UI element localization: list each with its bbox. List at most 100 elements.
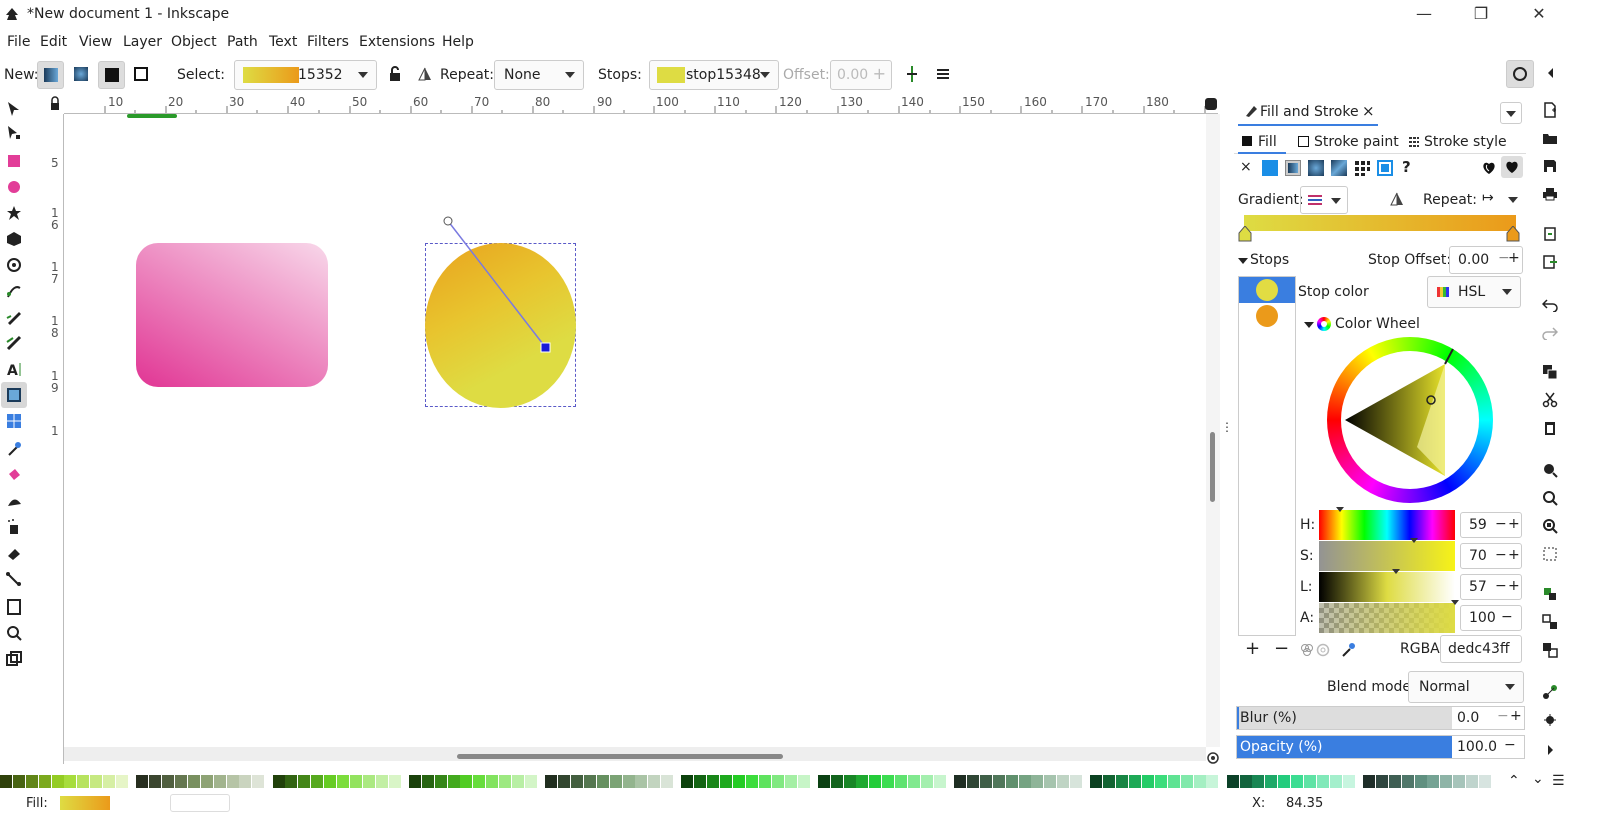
gradient-library-dropdown[interactable] bbox=[1300, 186, 1348, 214]
menu-file[interactable]: File bbox=[7, 34, 30, 50]
palette-swatch[interactable] bbox=[1005, 775, 1018, 788]
color-triangle[interactable] bbox=[1327, 337, 1493, 503]
palette-swatch[interactable] bbox=[661, 775, 674, 788]
restore-button[interactable]: ❐ bbox=[1452, 0, 1510, 30]
palette-menu-icon[interactable]: ☰ bbox=[1552, 773, 1565, 789]
palette-swatch[interactable] bbox=[226, 775, 239, 788]
palette-swatch[interactable] bbox=[38, 775, 51, 788]
mesh-gradient-button[interactable] bbox=[1331, 160, 1347, 176]
palette-swatch[interactable] bbox=[1103, 775, 1116, 788]
palette-swatch[interactable] bbox=[1252, 775, 1265, 788]
palette-swatch[interactable] bbox=[869, 775, 882, 788]
swatch-button[interactable] bbox=[1377, 160, 1393, 176]
minus-icon[interactable]: − bbox=[1495, 578, 1507, 594]
plus-icon[interactable]: + bbox=[1510, 708, 1522, 724]
palette-swatch[interactable] bbox=[239, 775, 252, 788]
spiral-tool-icon[interactable] bbox=[5, 256, 23, 274]
palette-swatch[interactable] bbox=[1239, 775, 1252, 788]
pink-rounded-rectangle[interactable] bbox=[136, 243, 328, 387]
palette-swatch[interactable] bbox=[1193, 775, 1206, 788]
gradient-preview-bar[interactable] bbox=[1244, 215, 1516, 231]
reverse-gradient-icon[interactable] bbox=[418, 67, 432, 81]
plus-icon[interactable]: + bbox=[1508, 547, 1520, 563]
minus-icon[interactable]: − bbox=[1495, 547, 1507, 563]
save-icon[interactable] bbox=[1542, 158, 1558, 174]
close-window-button[interactable]: ✕ bbox=[1510, 0, 1568, 30]
palette-swatch[interactable] bbox=[558, 775, 571, 788]
paint-bucket-tool-icon[interactable] bbox=[5, 466, 23, 484]
menu-layer[interactable]: Layer bbox=[123, 34, 162, 50]
pages-tool-icon[interactable] bbox=[5, 598, 23, 616]
lock-guides-icon[interactable] bbox=[46, 94, 64, 114]
palette-swatch[interactable] bbox=[51, 775, 64, 788]
mesh-tool-icon[interactable] bbox=[5, 412, 23, 430]
palette-swatch[interactable] bbox=[1427, 775, 1440, 788]
dropper-tool-icon[interactable] bbox=[5, 440, 23, 458]
star-tool-icon[interactable] bbox=[5, 204, 23, 222]
new-radial-gradient-button[interactable] bbox=[68, 61, 95, 89]
palette-swatch[interactable] bbox=[1154, 775, 1167, 788]
horizontal-scrollbar[interactable] bbox=[64, 747, 1206, 761]
dialog-tab[interactable]: Fill and Stroke × bbox=[1238, 98, 1378, 126]
palette-swatch[interactable] bbox=[162, 775, 175, 788]
eraser-tool-icon[interactable] bbox=[5, 544, 23, 562]
color-palette[interactable] bbox=[0, 775, 1500, 791]
palette-swatch[interactable] bbox=[1414, 775, 1427, 788]
palette-swatch[interactable] bbox=[1180, 775, 1193, 788]
canvas-display-mode-icon[interactable] bbox=[1206, 750, 1220, 764]
a-input[interactable]: 100 − bbox=[1460, 605, 1522, 631]
palette-swatch[interactable] bbox=[856, 775, 869, 788]
palette-swatch[interactable] bbox=[1401, 775, 1414, 788]
stop-list-item-selected[interactable] bbox=[1239, 277, 1295, 303]
dialog-tab-close[interactable]: × bbox=[1362, 102, 1375, 120]
tweak-tool-icon[interactable] bbox=[5, 492, 23, 510]
palette-swatch[interactable] bbox=[882, 775, 895, 788]
palette-swatch[interactable] bbox=[545, 775, 558, 788]
blur-slider[interactable]: Blur (%) 0.0 − + bbox=[1236, 706, 1525, 730]
palette-swatch[interactable] bbox=[200, 775, 213, 788]
ungroup-icon[interactable] bbox=[1542, 614, 1558, 630]
palette-swatch[interactable] bbox=[635, 775, 648, 788]
clone-icon[interactable] bbox=[1542, 642, 1558, 658]
palette-swatch[interactable] bbox=[648, 775, 661, 788]
palette-swatch[interactable] bbox=[174, 775, 187, 788]
menu-view[interactable]: View bbox=[79, 34, 112, 50]
palette-swatch[interactable] bbox=[512, 775, 525, 788]
l-input[interactable]: 57 − + bbox=[1460, 574, 1522, 600]
hue-slider[interactable] bbox=[1319, 507, 1455, 540]
palette-swatch[interactable] bbox=[1057, 775, 1070, 788]
subtab-fill[interactable]: Fill bbox=[1238, 130, 1286, 154]
plus-icon[interactable]: + bbox=[1508, 578, 1520, 594]
palette-swatch[interactable] bbox=[830, 775, 843, 788]
palette-swatch[interactable] bbox=[745, 775, 758, 788]
palette-swatch[interactable] bbox=[1304, 775, 1317, 788]
minus-icon[interactable]: − bbox=[1495, 516, 1507, 532]
palette-swatch[interactable] bbox=[1388, 775, 1401, 788]
plus-icon[interactable]: + bbox=[1508, 516, 1520, 532]
alpha-slider[interactable] bbox=[1319, 600, 1459, 633]
palette-swatch[interactable] bbox=[1031, 775, 1044, 788]
import-icon[interactable] bbox=[1542, 226, 1558, 242]
connector-tool-icon[interactable] bbox=[5, 570, 23, 588]
palette-swatch[interactable] bbox=[187, 775, 200, 788]
delete-stop-icon[interactable] bbox=[935, 66, 951, 82]
zoom-selection-icon[interactable] bbox=[1542, 462, 1558, 478]
palette-swatch[interactable] bbox=[1478, 775, 1491, 788]
palette-swatch[interactable] bbox=[1129, 775, 1142, 788]
palette-scroll-down-icon[interactable]: ⌄ bbox=[1532, 771, 1544, 787]
palette-swatch[interactable] bbox=[337, 775, 350, 788]
selector-tool-icon[interactable] bbox=[5, 100, 23, 118]
palette-swatch[interactable] bbox=[460, 775, 473, 788]
palette-swatch[interactable] bbox=[694, 775, 707, 788]
new-linear-gradient-button[interactable] bbox=[37, 61, 64, 89]
fill-rule-evenodd-icon[interactable] bbox=[1481, 160, 1497, 176]
flat-color-button[interactable] bbox=[1262, 160, 1278, 176]
lightness-slider[interactable] bbox=[1319, 569, 1455, 602]
palette-swatch[interactable] bbox=[272, 775, 285, 788]
export-icon[interactable] bbox=[1542, 254, 1558, 270]
pattern-button[interactable] bbox=[1354, 160, 1370, 176]
palette-swatch[interactable] bbox=[1167, 775, 1180, 788]
fill-none-button[interactable]: × bbox=[1240, 159, 1252, 175]
vertical-scroll-thumb[interactable] bbox=[1210, 432, 1215, 502]
blend-mode-dropdown[interactable]: Normal bbox=[1408, 671, 1524, 703]
